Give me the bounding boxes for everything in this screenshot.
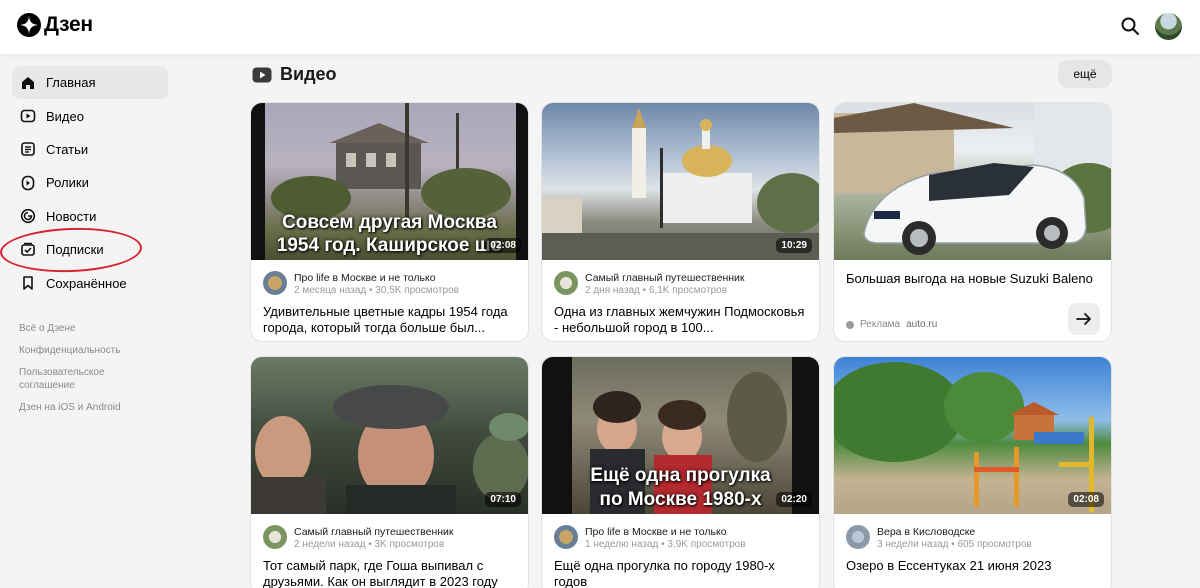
search-icon[interactable]	[1119, 15, 1141, 37]
section-title: Видео	[280, 64, 337, 84]
logo-text: Дзен	[44, 13, 93, 36]
video-stats: 2 дня назад • 6,1K просмотров	[585, 285, 728, 296]
video-section-icon	[252, 67, 272, 82]
channel-meta: Про life в Москве и не только 2 месяца н…	[263, 271, 518, 297]
sidebar-footer-links: Всё о Дзене Конфиденциальность Пользоват…	[19, 322, 139, 423]
video-duration: 07:10	[485, 492, 521, 507]
sidebar-item-label: Новости	[46, 208, 97, 224]
channel-meta: Самый главный путешественник 2 недели на…	[263, 525, 518, 551]
sidebar-item-news[interactable]: Новости	[12, 200, 168, 233]
sidebar-item-saved[interactable]: Сохранённое	[12, 266, 168, 299]
video-thumbnail[interactable]: 02:08	[834, 357, 1111, 514]
sidebar-item-label: Статьи	[46, 141, 89, 157]
channel-meta: Вера в Кисловодске 3 недели назад • 605 …	[846, 525, 1101, 551]
video-title[interactable]: Удивительные цветные кадры 1954 года гор…	[263, 304, 516, 338]
sidebar-item-label: Сохранённое	[46, 275, 127, 291]
video-stats: 1 неделю назад • 3,9K просмотров	[585, 539, 746, 550]
footer-link-terms[interactable]: Пользовательское соглашение	[19, 366, 139, 392]
video-stats: 2 недели назад • 3K просмотров	[294, 539, 445, 550]
arrow-right-icon[interactable]	[1068, 303, 1100, 335]
video-duration: 10:29	[776, 238, 812, 253]
video-card[interactable]: 07:10 Самый главный путешественник 2 нед…	[250, 356, 529, 588]
video-card[interactable]: Ещё одна прогулка по Москве 1980-х 02:20…	[541, 356, 820, 588]
channel-name[interactable]: Про life в Москве и не только	[294, 272, 436, 284]
video-card[interactable]: 10:29 Самый главный путешественник 2 дня…	[541, 102, 820, 342]
subscriptions-icon	[21, 242, 35, 256]
dzen-logo[interactable]: Дзен	[17, 13, 93, 37]
articles-icon	[21, 142, 35, 157]
sidebar-item-label: Видео	[46, 108, 84, 124]
more-button[interactable]: ещё	[1058, 60, 1112, 88]
ad-title[interactable]: Большая выгода на новые Suzuki Baleno	[846, 271, 1097, 287]
channel-meta: Самый главный путешественник 2 дня назад…	[554, 271, 809, 297]
channel-avatar[interactable]	[846, 525, 870, 549]
video-thumbnail[interactable]: 10:29	[542, 103, 819, 260]
channel-name[interactable]: Вера в Кисловодске	[877, 526, 975, 538]
user-avatar[interactable]	[1155, 13, 1182, 40]
video-thumbnail[interactable]: Ещё одна прогулка по Москве 1980-х 02:20	[542, 357, 819, 514]
channel-avatar[interactable]	[263, 271, 287, 295]
sidebar-item-shorts[interactable]: Ролики	[12, 166, 168, 199]
video-card[interactable]: 02:08 Вера в Кисловодске 3 недели назад …	[833, 356, 1112, 588]
video-title[interactable]: Ещё одна прогулка по городу 1980-х годов	[554, 558, 807, 588]
sidebar-item-home[interactable]: Главная	[12, 66, 168, 100]
channel-name[interactable]: Самый главный путешественник	[294, 526, 454, 538]
video-card[interactable]: Совсем другая Москва 1954 год. Каширское…	[250, 102, 529, 342]
news-icon	[20, 209, 36, 224]
info-icon[interactable]	[846, 320, 854, 329]
footer-link-about[interactable]: Всё о Дзене	[19, 322, 139, 335]
sidebar-nav: Главная Видео Статьи Ролики Новости Подп…	[12, 66, 168, 300]
channel-avatar[interactable]	[554, 525, 578, 549]
sidebar-item-label: Главная	[46, 75, 96, 91]
top-header: Дзен	[0, 0, 1200, 54]
sidebar-item-label: Подписки	[46, 242, 104, 258]
video-stats: 3 недели назад • 605 просмотров	[877, 539, 1032, 550]
shorts-icon	[21, 175, 35, 191]
channel-name[interactable]: Самый главный путешественник	[585, 272, 745, 284]
ad-card[interactable]: Большая выгода на новые Suzuki Baleno Ре…	[833, 102, 1112, 342]
video-duration: 02:08	[1068, 492, 1104, 507]
video-title[interactable]: Тот самый парк, где Гоша выпивал с друзь…	[263, 558, 516, 588]
bookmark-icon	[23, 276, 33, 290]
channel-avatar[interactable]	[263, 525, 287, 549]
video-duration: 02:20	[776, 492, 812, 507]
footer-link-apps[interactable]: Дзен на iOS и Android	[19, 401, 139, 414]
ad-domain[interactable]: auto.ru	[906, 319, 937, 330]
sidebar-item-label: Ролики	[46, 175, 89, 191]
ad-image[interactable]	[834, 103, 1111, 260]
ad-footer: Реклама auto.ru	[846, 319, 937, 330]
video-thumbnail[interactable]: 07:10	[251, 357, 528, 514]
ad-label: Реклама	[860, 319, 901, 330]
section-header: Видео	[252, 64, 337, 85]
dzen-logo-icon	[17, 13, 41, 37]
sidebar-item-articles[interactable]: Статьи	[12, 133, 168, 166]
video-stats: 2 месяца назад • 30,5K просмотров	[294, 285, 459, 296]
video-title[interactable]: Озеро в Ессентуках 21 июня 2023	[846, 558, 1099, 588]
thumbnail-caption-line-1: Ещё одна прогулка	[590, 465, 771, 486]
channel-name[interactable]: Про life в Москве и не только	[585, 526, 727, 538]
channel-meta: Про life в Москве и не только 1 неделю н…	[554, 525, 809, 551]
thumbnail-caption-line-1: Совсем другая Москва	[282, 212, 497, 233]
video-icon	[20, 109, 36, 123]
video-duration: 02:08	[485, 238, 521, 253]
channel-avatar[interactable]	[554, 271, 578, 295]
sidebar-item-subscriptions[interactable]: Подписки	[12, 233, 168, 266]
home-icon	[22, 76, 34, 89]
video-title[interactable]: Одна из главных жемчужин Подмосковья - н…	[554, 304, 807, 338]
video-thumbnail[interactable]: Совсем другая Москва 1954 год. Каширское…	[251, 103, 528, 260]
footer-link-privacy[interactable]: Конфиденциальность	[19, 344, 139, 357]
sidebar-item-video[interactable]: Видео	[12, 99, 168, 132]
